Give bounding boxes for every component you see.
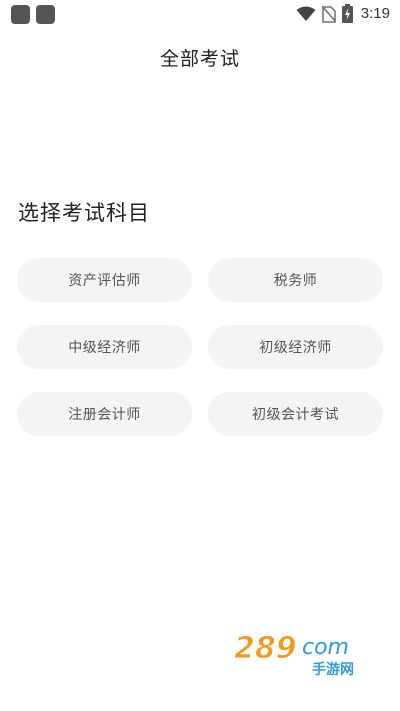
status-left (11, 5, 55, 24)
exam-grid: 资产评估师 税务师 中级经济师 初级经济师 注册会计师 初级会计考试 (17, 258, 383, 436)
status-bar: 3:19 (0, 0, 400, 28)
battery-charging-icon (341, 4, 353, 23)
svg-text:手游网: 手游网 (312, 661, 354, 678)
no-sim-icon (321, 4, 336, 23)
app-square-icon (11, 5, 30, 24)
page-title: 全部考试 (159, 48, 240, 70)
exam-chip-cpa[interactable]: 注册会计师 (17, 392, 192, 436)
status-time: 3:19 (360, 5, 390, 22)
watermark-logo: 289 com 手游网 (232, 628, 380, 679)
status-right: 3:19 (296, 4, 390, 23)
exam-chip-asset-appraiser[interactable]: 资产评估师 (17, 258, 192, 302)
app-square-icon (36, 5, 55, 24)
screen: 3:19 全部考试 选择考试科目 资产评估师 税务师 中级经济师 初级经济师 注… (0, 0, 400, 711)
wifi-icon (296, 6, 316, 22)
svg-text:com: com (302, 635, 349, 660)
exam-chip-tax-advisor[interactable]: 税务师 (208, 258, 383, 302)
exam-chip-intermediate-economist[interactable]: 中级经济师 (17, 325, 192, 369)
exam-chip-junior-accounting[interactable]: 初级会计考试 (208, 392, 383, 436)
exam-chip-junior-economist[interactable]: 初级经济师 (208, 325, 383, 369)
section-title: 选择考试科目 (18, 201, 150, 225)
svg-text:289: 289 (234, 631, 297, 666)
